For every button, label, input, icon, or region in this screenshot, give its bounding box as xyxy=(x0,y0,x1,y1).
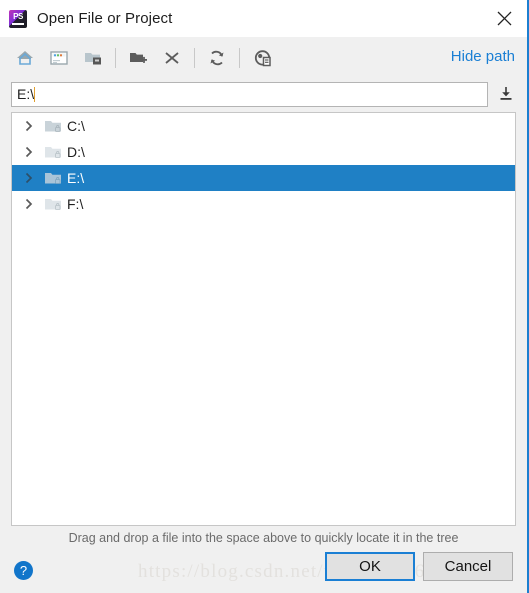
path-history-button[interactable] xyxy=(493,81,519,107)
delete-icon xyxy=(165,51,179,64)
delete-button[interactable] xyxy=(157,44,187,72)
tree-item-e[interactable]: E:\ xyxy=(12,165,515,191)
ok-button[interactable]: OK xyxy=(325,552,415,581)
path-row: E:\ xyxy=(0,78,527,110)
toolbar-separator-3 xyxy=(239,47,240,68)
hide-path-link[interactable]: Hide path xyxy=(451,48,515,65)
file-tree[interactable]: C:\ D:\ E:\ F:\ xyxy=(11,112,516,526)
refresh-icon xyxy=(210,50,224,65)
folder-locked-icon xyxy=(44,143,64,161)
folder-locked-icon xyxy=(44,117,64,135)
close-button[interactable] xyxy=(481,0,527,37)
tree-item-label: F:\ xyxy=(67,196,84,212)
title-bar: PS Open File or Project xyxy=(0,0,527,37)
path-input[interactable]: E:\ xyxy=(11,81,488,107)
open-file-dialog: PS Open File or Project Hide path E:\ C:… xyxy=(0,0,529,593)
expand-download-icon xyxy=(500,87,512,100)
path-input-value: E:\ xyxy=(17,86,35,102)
drag-drop-hint: Drag and drop a file into the space abov… xyxy=(68,531,459,545)
tree-item-label: E:\ xyxy=(67,170,85,186)
refresh-button[interactable] xyxy=(202,44,232,72)
toolbar-separator-1 xyxy=(115,47,116,68)
tree-item-d[interactable]: D:\ xyxy=(12,139,515,165)
home-button[interactable] xyxy=(10,44,40,72)
folder-locked-icon xyxy=(44,169,64,187)
tree-item-label: C:\ xyxy=(67,118,85,134)
show-hidden-files-icon xyxy=(254,49,271,66)
dialog-footer: ? https://blog.csdn.net/weixin_42666782 … xyxy=(0,548,527,593)
phpstorm-logo-icon: PS xyxy=(9,9,27,28)
chevron-right-icon[interactable] xyxy=(20,117,38,135)
desktop-icon xyxy=(50,50,68,65)
tree-item-f[interactable]: F:\ xyxy=(12,191,515,217)
close-icon xyxy=(497,11,511,26)
new-folder-icon xyxy=(130,52,147,63)
chevron-right-icon[interactable] xyxy=(20,195,38,213)
chevron-right-icon[interactable] xyxy=(20,143,38,161)
cancel-button[interactable]: Cancel xyxy=(423,552,513,581)
show-hidden-files-button[interactable] xyxy=(247,44,277,72)
project-folder-icon xyxy=(85,52,101,64)
toolbar-separator-2 xyxy=(194,47,195,68)
desktop-button[interactable] xyxy=(44,44,74,72)
folder-locked-icon xyxy=(44,195,64,213)
toolbar: Hide path xyxy=(0,37,527,78)
new-folder-button[interactable] xyxy=(123,44,153,72)
chevron-right-icon[interactable] xyxy=(20,169,38,187)
project-folder-button[interactable] xyxy=(78,44,108,72)
help-button[interactable]: ? xyxy=(14,561,33,580)
window-title: Open File or Project xyxy=(37,10,173,27)
text-caret xyxy=(34,86,36,102)
home-icon xyxy=(17,50,33,65)
tree-item-c[interactable]: C:\ xyxy=(12,113,515,139)
dialog-buttons: OK Cancel xyxy=(325,552,513,581)
tree-item-label: D:\ xyxy=(67,144,85,160)
